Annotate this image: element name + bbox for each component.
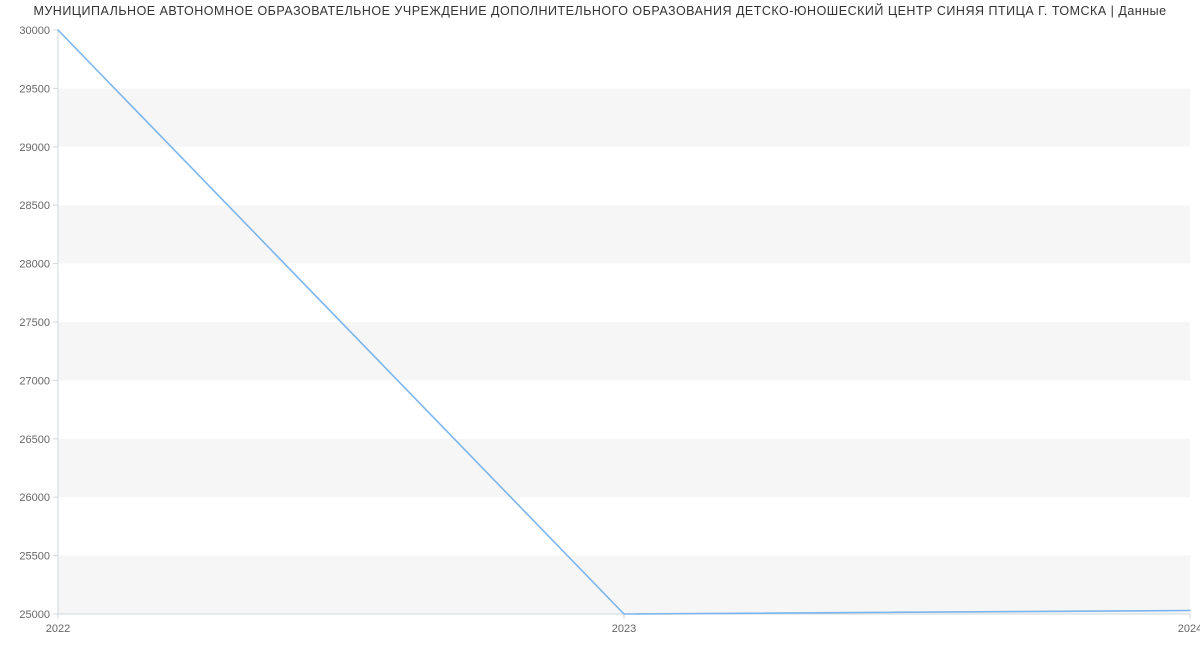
grid-band [58, 556, 1190, 614]
chart-title: МУНИЦИПАЛЬНОЕ АВТОНОМНОЕ ОБРАЗОВАТЕЛЬНОЕ… [0, 0, 1200, 18]
y-tick-label: 25500 [19, 551, 50, 563]
y-tick-label: 25000 [19, 609, 50, 621]
y-tick-label: 27000 [19, 375, 50, 387]
y-tick-label: 26000 [19, 492, 50, 504]
y-tick-label: 27500 [19, 317, 50, 329]
grid-band [58, 439, 1190, 497]
y-tick-label: 30000 [19, 25, 50, 37]
line-chart: 25000 25500 26000 26500 27000 27500 28000 28500… [0, 22, 1200, 642]
y-tick-label: 28000 [19, 259, 50, 271]
grid-band [58, 322, 1190, 380]
grid-band [58, 205, 1190, 263]
chart-area: 25000 25500 26000 26500 27000 27500 28000 28500… [0, 22, 1200, 642]
y-tick-label: 29000 [19, 142, 50, 154]
x-tick-label: 2024 [1178, 623, 1200, 635]
x-tick-label: 2022 [46, 623, 70, 635]
grid-band [58, 88, 1190, 146]
y-tick-label: 29500 [19, 83, 50, 95]
y-tick-label: 28500 [19, 200, 50, 212]
y-tick-label: 26500 [19, 434, 50, 446]
x-tick-label: 2023 [612, 623, 636, 635]
